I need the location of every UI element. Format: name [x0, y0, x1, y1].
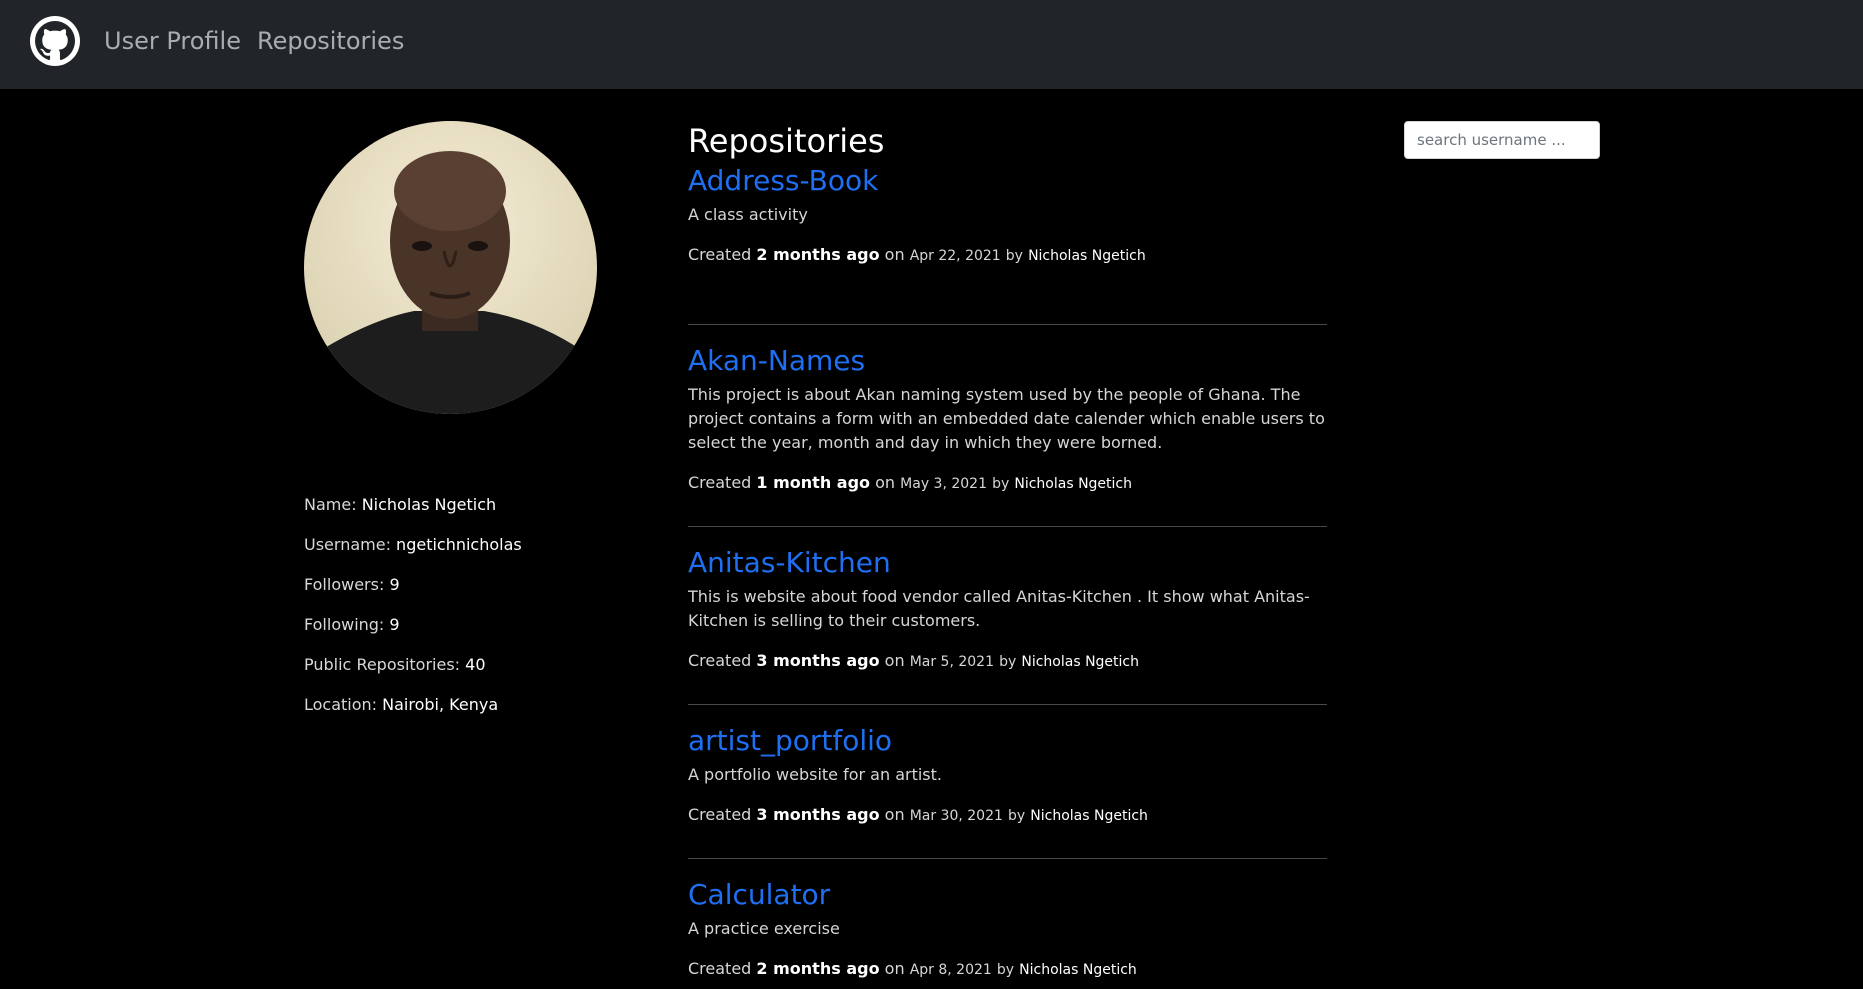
repo-item: artist_portfolio A portfolio website for… — [688, 705, 1327, 859]
repo-item: Akan-Names This project is about Akan na… — [688, 325, 1327, 527]
created-date: Mar 5, 2021 — [909, 654, 994, 670]
repo-owner: Nicholas Ngetich — [1028, 248, 1146, 264]
repo-owner: Nicholas Ngetich — [1030, 808, 1148, 824]
repo-link[interactable]: Calculator — [688, 877, 1327, 913]
profile-info: Name: Nicholas Ngetich Username: ngetich… — [304, 495, 624, 735]
username-value: ngetichnicholas — [396, 535, 522, 554]
location-value: Nairobi, Kenya — [382, 695, 499, 714]
repo-link[interactable]: Akan-Names — [688, 343, 1327, 379]
repo-link[interactable]: Address-Book — [688, 163, 1327, 199]
on-label: on — [884, 245, 905, 264]
name-value: Nicholas Ngetich — [361, 495, 497, 514]
repo-item: Address-Book A class activity Created 2 … — [688, 163, 1327, 325]
repo-meta: Created 2 months ago on Apr 22, 2021 by … — [688, 243, 1327, 268]
profile-photo — [304, 121, 597, 414]
created-date: Mar 30, 2021 — [909, 808, 1003, 824]
by-label: by — [992, 476, 1010, 492]
following-label: Following: — [304, 615, 385, 634]
repo-description: A practice exercise — [688, 919, 840, 938]
repo-link[interactable]: artist_portfolio — [688, 723, 1327, 759]
by-label: by — [996, 962, 1015, 978]
repo-owner: Nicholas Ngetich — [1019, 962, 1137, 978]
created-date: Apr 22, 2021 — [909, 248, 1001, 264]
followers-label: Followers: — [304, 575, 385, 594]
top-navbar: User Profile Repositories — [0, 0, 1863, 89]
created-ago: 3 months ago — [756, 651, 880, 670]
on-label: on — [884, 651, 905, 670]
public-repos-label: Public Repositories: — [304, 655, 461, 674]
public-repos-value: 40 — [465, 655, 486, 674]
username-label: Username: — [304, 535, 391, 554]
repo-meta: Created 1 month ago on May 3, 2021 by Ni… — [688, 471, 1327, 496]
profile-followers-row: Followers: 9 — [304, 575, 624, 615]
repo-item: Anitas-Kitchen This is website about foo… — [688, 527, 1327, 705]
created-ago: 1 month ago — [756, 473, 871, 492]
repo-meta: Created 3 months ago on Mar 5, 2021 by N… — [688, 649, 1327, 674]
repo-owner: Nicholas Ngetich — [1021, 654, 1139, 670]
created-date: Apr 8, 2021 — [909, 962, 992, 978]
repo-description: This project is about Akan naming system… — [688, 385, 1325, 452]
profile-username-row: Username: ngetichnicholas — [304, 535, 624, 575]
name-label: Name: — [304, 495, 357, 514]
by-label: by — [1005, 248, 1023, 264]
on-label: on — [875, 473, 896, 492]
repo-meta: Created 3 months ago on Mar 30, 2021 by … — [688, 803, 1327, 828]
created-label: Created — [688, 245, 752, 264]
created-ago: 2 months ago — [756, 245, 880, 264]
github-icon[interactable] — [30, 16, 80, 66]
on-label: on — [884, 959, 905, 978]
followers-value: 9 — [389, 575, 400, 594]
profile-location-row: Location: Nairobi, Kenya — [304, 695, 624, 735]
repositories-heading: Repositories — [688, 122, 885, 160]
repo-description: A class activity — [688, 205, 808, 224]
profile-repos-row: Public Repositories: 40 — [304, 655, 624, 695]
search-username-input[interactable] — [1404, 121, 1600, 159]
created-label: Created — [688, 805, 752, 824]
created-label: Created — [688, 473, 752, 492]
location-label: Location: — [304, 695, 378, 714]
repo-link[interactable]: Anitas-Kitchen — [688, 545, 1327, 581]
created-ago: 2 months ago — [756, 959, 880, 978]
created-label: Created — [688, 651, 752, 670]
created-date: May 3, 2021 — [900, 476, 987, 492]
repo-description: This is website about food vendor called… — [688, 587, 1310, 630]
created-ago: 3 months ago — [756, 805, 880, 824]
nav-user-profile[interactable]: User Profile — [104, 24, 241, 58]
avatar — [304, 121, 597, 414]
on-label: on — [884, 805, 905, 824]
repositories-section: Repositories Address-Book A class activi… — [688, 121, 1327, 989]
profile-name-row: Name: Nicholas Ngetich — [304, 495, 624, 535]
nav-links: User Profile Repositories — [104, 24, 404, 58]
nav-repositories[interactable]: Repositories — [257, 24, 404, 58]
repo-description: A portfolio website for an artist. — [688, 765, 942, 784]
following-value: 9 — [389, 615, 400, 634]
repo-owner: Nicholas Ngetich — [1014, 476, 1132, 492]
by-label: by — [999, 654, 1017, 670]
profile-following-row: Following: 9 — [304, 615, 624, 655]
created-label: Created — [688, 959, 752, 978]
profile-panel: Name: Nicholas Ngetich Username: ngetich… — [304, 121, 604, 714]
by-label: by — [1008, 808, 1026, 824]
